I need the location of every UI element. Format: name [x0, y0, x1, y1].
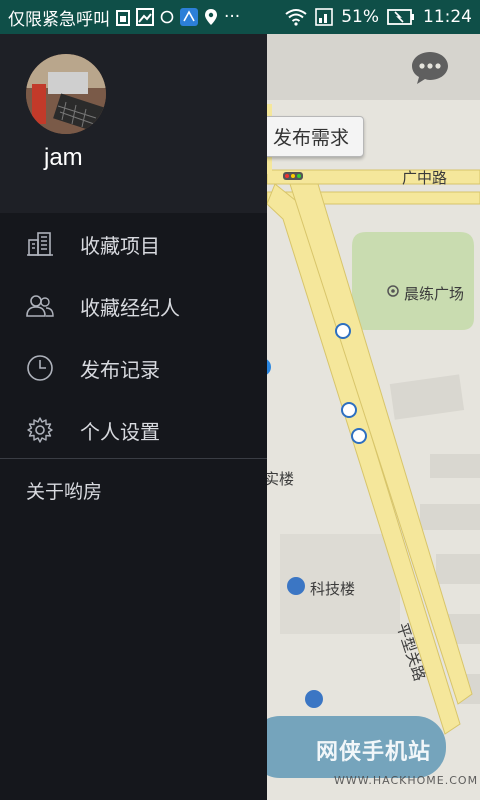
people-icon [25, 291, 55, 321]
drawer-header: jam [0, 34, 267, 213]
location-icon [204, 8, 218, 26]
menu-item-favorite-agents[interactable]: 收藏经纪人 [0, 275, 267, 337]
battery-percent: 51% [341, 7, 379, 27]
chat-button[interactable] [410, 50, 450, 86]
drawer-divider [0, 458, 267, 459]
navigation-drawer: jam 收藏项目 收藏经纪人 发布记录 个人设置 关于哟房 [0, 34, 267, 800]
chat-bubble-icon [412, 52, 448, 84]
more-indicator: ··· [224, 7, 241, 27]
building-label: 科技楼 [310, 580, 356, 598]
road-label: 广中路 [402, 169, 448, 187]
status-bar: 仅限紧急呼叫 ··· 51% 11:24 [0, 0, 480, 34]
battery-icon [387, 8, 415, 26]
about-link[interactable]: 关于哟房 [26, 477, 102, 504]
clock-icon [25, 353, 55, 383]
clock-time: 11:24 [423, 7, 472, 27]
circle-icon [160, 10, 174, 24]
menu-label: 收藏经纪人 [80, 295, 180, 320]
wifi-icon [285, 8, 307, 26]
publish-demand-button[interactable]: 发布需求 [258, 116, 365, 157]
building-icon [25, 229, 55, 259]
drawer-menu: 收藏项目 收藏经纪人 发布记录 个人设置 [0, 213, 267, 461]
signal-icon [315, 8, 334, 26]
menu-item-personal-settings[interactable]: 个人设置 [0, 399, 267, 461]
menu-label: 收藏项目 [80, 233, 160, 258]
app-icon [180, 8, 198, 26]
username: jam [44, 144, 83, 171]
gear-icon [25, 415, 55, 445]
menu-label: 发布记录 [80, 357, 160, 382]
park-label: 晨练广场 [404, 285, 465, 303]
sim-lock-icon [116, 8, 130, 26]
menu-item-favorite-projects[interactable]: 收藏项目 [0, 213, 267, 275]
watermark-url: WWW.HACKHOME.COM [334, 774, 479, 787]
carrier-text: 仅限紧急呼叫 [8, 9, 110, 30]
watermark-logo: 网侠手机站 [316, 740, 432, 765]
menu-label: 个人设置 [80, 419, 160, 444]
building-label: 实楼 [264, 470, 295, 488]
avatar[interactable] [26, 54, 106, 134]
menu-item-publish-history[interactable]: 发布记录 [0, 337, 267, 399]
image-icon [136, 8, 154, 26]
